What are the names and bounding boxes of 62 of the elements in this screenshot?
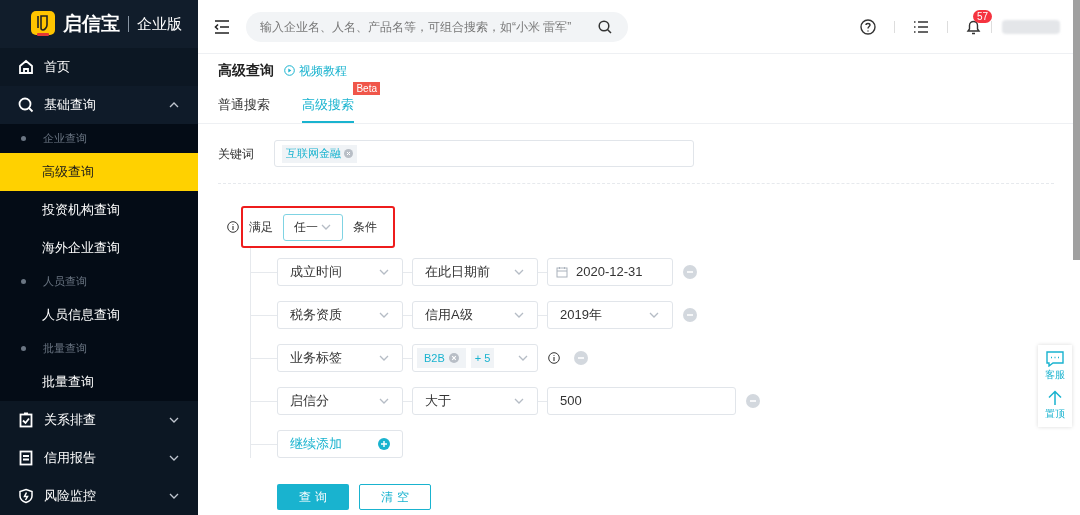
help-icon[interactable] <box>860 18 876 35</box>
brand-edition: 企业版 <box>137 13 182 34</box>
select-field[interactable]: 启信分 <box>277 387 403 415</box>
select-field[interactable]: 成立时间 <box>277 258 403 286</box>
nav-subitem[interactable]: 海外企业查询 <box>0 229 198 267</box>
search-icon[interactable] <box>598 19 612 34</box>
select-field[interactable]: 信用A级 <box>412 301 538 329</box>
page-title: 高级查询 <box>218 61 274 80</box>
nav-subitem[interactable]: 人员信息查询 <box>0 296 198 334</box>
condition-tag: B2B <box>417 348 466 368</box>
search-icon <box>18 97 34 113</box>
nav-section: 人员查询 <box>0 267 198 296</box>
date-field[interactable]: 2020-12-31 <box>547 258 673 286</box>
remove-icon[interactable] <box>683 265 697 279</box>
select-field[interactable]: 2019年 <box>547 301 673 329</box>
play-icon <box>284 65 295 76</box>
input-field[interactable]: 500 <box>547 387 736 415</box>
nav-subitem[interactable]: 批量查询 <box>0 363 198 401</box>
menu-collapse-icon[interactable] <box>214 19 230 34</box>
info-icon <box>548 352 560 364</box>
keyword-label: 关键词 <box>218 145 254 163</box>
chat-icon <box>1046 351 1064 367</box>
nav-section: 批量查询 <box>0 334 198 363</box>
tab[interactable]: 普通搜索 <box>218 89 270 123</box>
beta-badge: Beta <box>353 82 380 95</box>
nav-item[interactable]: 首页 <box>0 48 198 86</box>
nav-subitem[interactable]: 高级查询 <box>0 153 198 191</box>
home-icon <box>18 59 34 75</box>
shield-icon <box>18 488 34 504</box>
notification-badge: 57 <box>973 9 993 23</box>
search-field[interactable]: 输入企业名、人名、产品名等，可组合搜索，如“小米 雷军” <box>246 11 628 42</box>
more-tags-count: + 5 <box>470 348 495 368</box>
select-field[interactable]: 税务资质 <box>277 301 403 329</box>
nav-subitem[interactable]: 投资机构查询 <box>0 191 198 229</box>
match-prefix: 满足 <box>249 219 273 236</box>
bell-icon[interactable] <box>966 18 981 35</box>
remove-icon[interactable] <box>683 308 697 322</box>
plus-icon <box>378 438 390 450</box>
select-field[interactable]: 业务标签 <box>277 344 403 372</box>
match-select[interactable]: 任一 <box>283 213 343 241</box>
document-icon <box>18 450 34 466</box>
remove-tag-icon[interactable] <box>448 353 459 363</box>
logo-icon <box>31 11 55 37</box>
nav-item[interactable]: 基础查询 <box>0 86 198 124</box>
remove-icon[interactable] <box>746 394 760 408</box>
remove-tag-icon[interactable] <box>344 149 353 158</box>
nav-item[interactable]: 风险监控 <box>0 477 198 515</box>
clipboard-check-icon <box>18 412 34 428</box>
keyword-tag: 互联网金融 <box>282 144 357 163</box>
nav-item[interactable]: 信用报告 <box>0 439 198 477</box>
remove-icon[interactable] <box>574 351 588 365</box>
nav-section: 企业查询 <box>0 124 198 153</box>
match-suffix: 条件 <box>353 219 377 236</box>
brand-name: 启信宝 <box>63 11 120 36</box>
select-field[interactable]: 在此日期前 <box>412 258 538 286</box>
select-field[interactable]: 大于 <box>412 387 538 415</box>
list-icon[interactable] <box>913 19 929 34</box>
calendar-icon <box>556 266 568 278</box>
nav-item[interactable]: 关系排查 <box>0 401 198 439</box>
arrow-up-icon <box>1048 390 1062 406</box>
info-icon <box>227 221 239 233</box>
blurred-user-name[interactable] <box>1002 19 1060 34</box>
